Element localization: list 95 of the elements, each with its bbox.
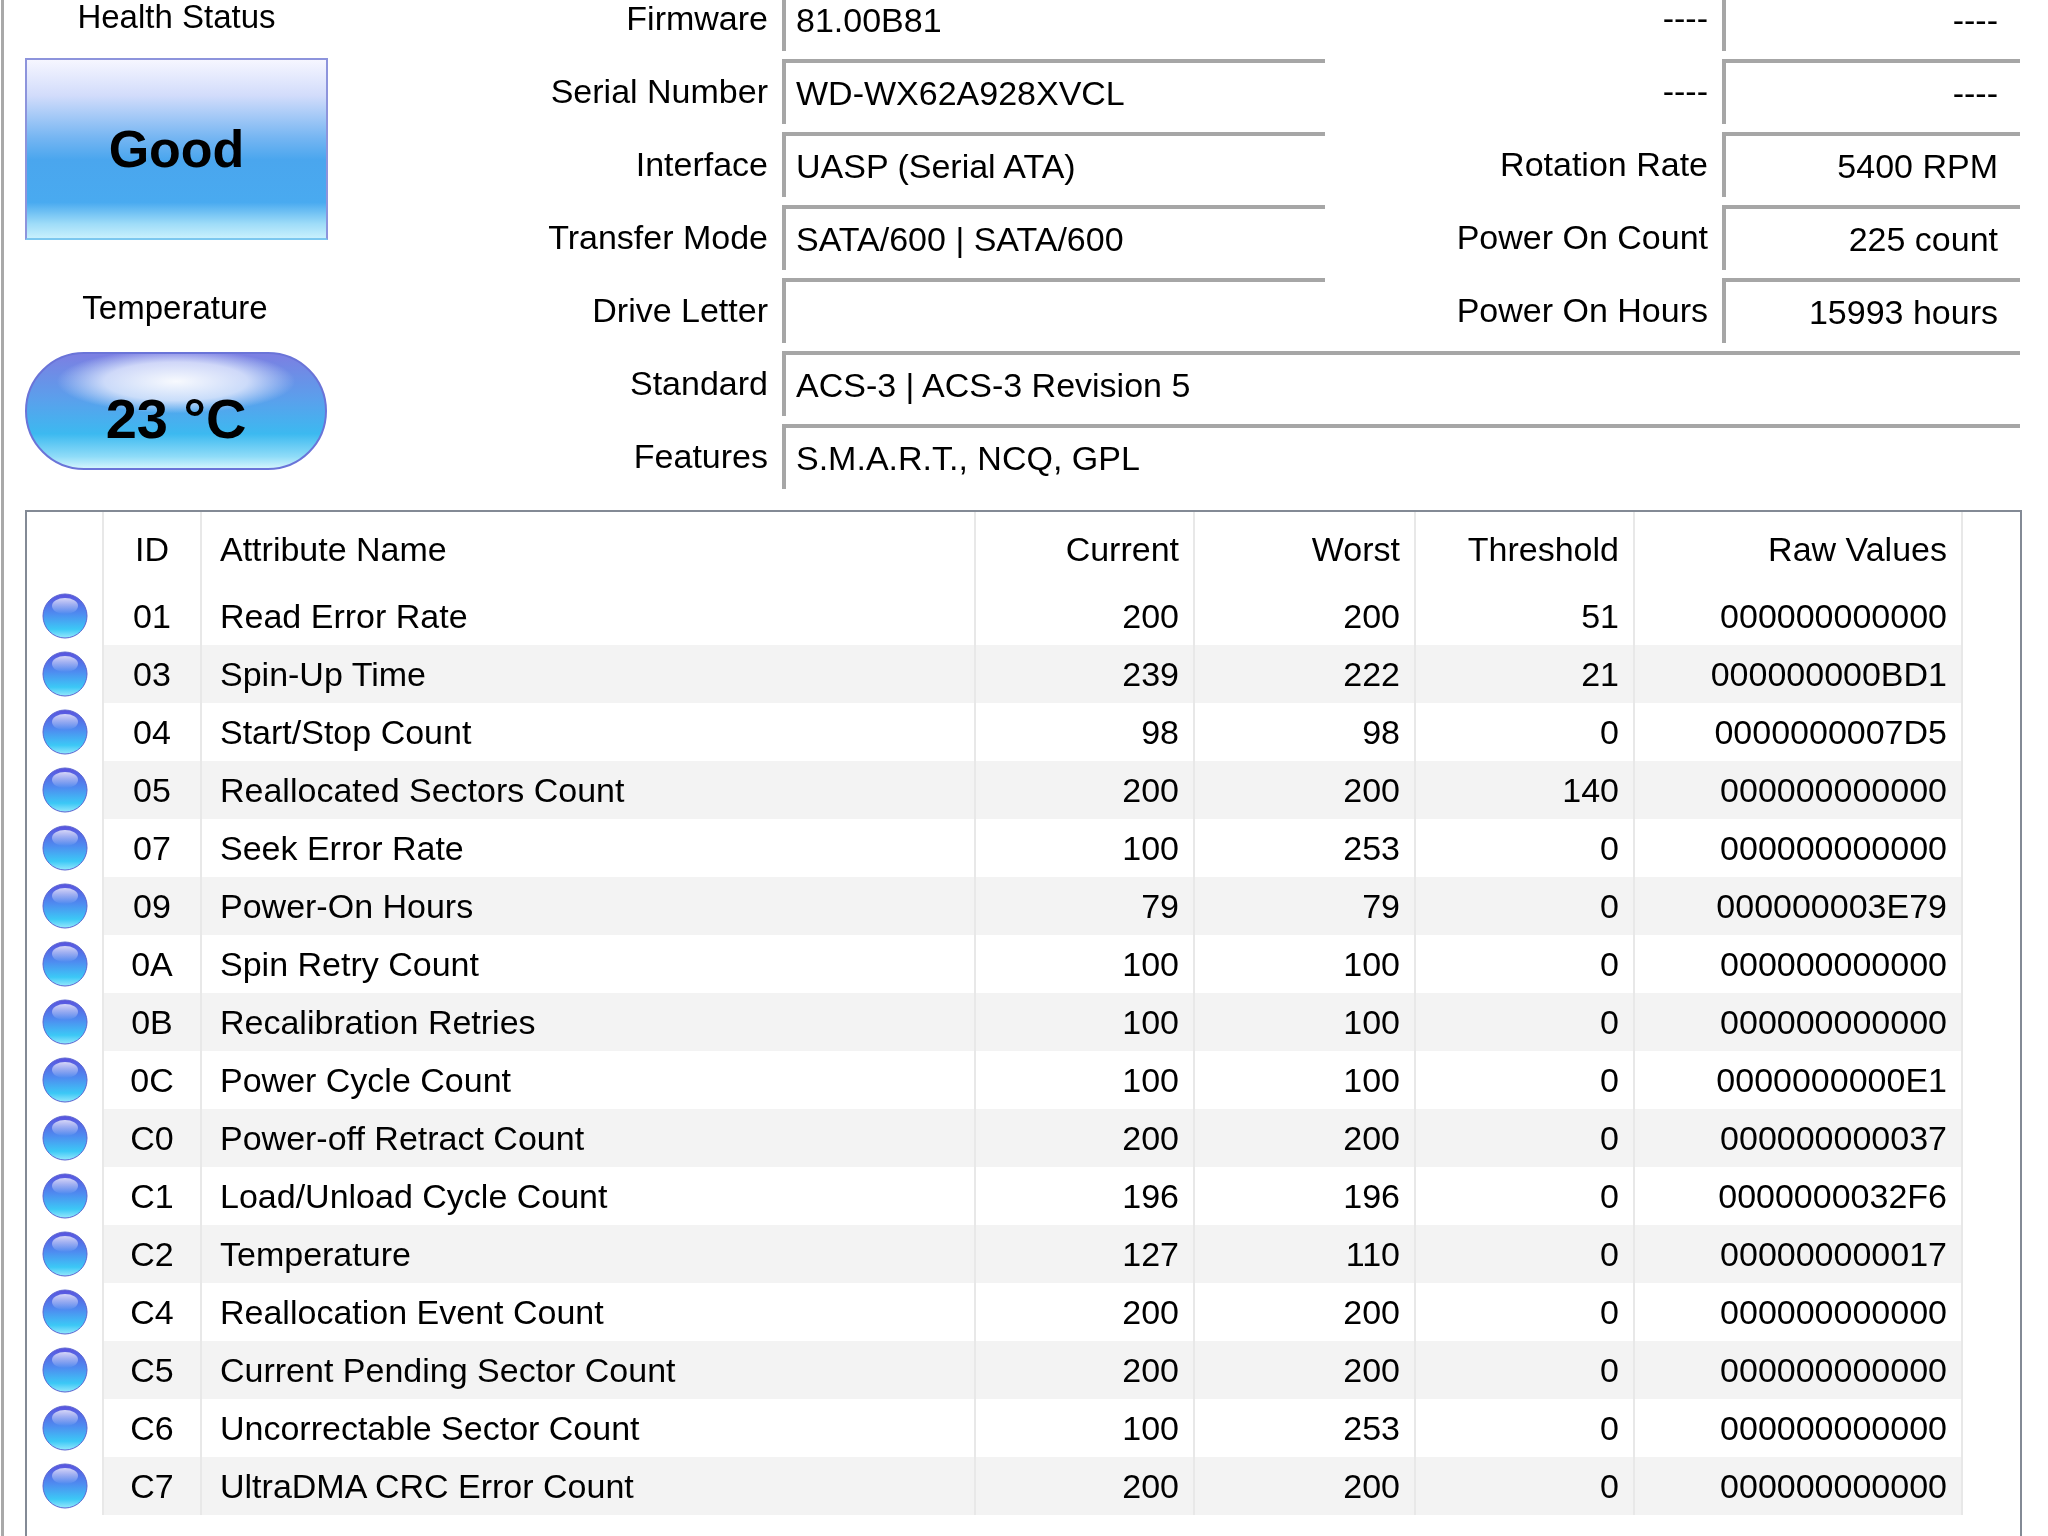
status-dot-icon bbox=[41, 709, 88, 755]
field-label: Firmware bbox=[626, 0, 768, 38]
table-cell: 200 bbox=[1195, 1341, 1416, 1399]
table-cell: 0 bbox=[1416, 1109, 1635, 1167]
table-cell: 000000000017 bbox=[1635, 1225, 1963, 1283]
status-dot-icon bbox=[41, 1115, 88, 1161]
field-label: Transfer Mode bbox=[548, 218, 768, 257]
status-dot-icon bbox=[41, 593, 88, 639]
table-cell: Reallocated Sectors Count bbox=[202, 761, 976, 819]
table-cell: 222 bbox=[1195, 645, 1416, 703]
table-cell: 140 bbox=[1416, 761, 1635, 819]
table-cell: C0 bbox=[104, 1109, 202, 1167]
status-dot-icon bbox=[41, 767, 88, 813]
status-dot-icon bbox=[41, 651, 88, 697]
value-field[interactable]: SATA/600 | SATA/600 bbox=[782, 205, 1325, 270]
column-header: Raw Values bbox=[1635, 512, 1963, 587]
value-field[interactable]: S.M.A.R.T., NCQ, GPL bbox=[782, 424, 2020, 489]
table-cell: 0 bbox=[1416, 1341, 1635, 1399]
table-cell: 200 bbox=[1195, 1457, 1416, 1515]
status-dot-icon bbox=[41, 825, 88, 871]
health-status-label: Health Status bbox=[76, 0, 277, 35]
field-label: Serial Number bbox=[550, 72, 768, 111]
status-dot-icon bbox=[41, 1057, 88, 1103]
table-cell: 200 bbox=[976, 1109, 1195, 1167]
column-header: Worst bbox=[1195, 512, 1416, 587]
health-status-button[interactable]: Good bbox=[25, 58, 328, 240]
table-cell: 100 bbox=[1195, 993, 1416, 1051]
table-cell: 0 bbox=[1416, 993, 1635, 1051]
status-dot-icon bbox=[41, 999, 88, 1045]
table-cell: 200 bbox=[976, 1341, 1195, 1399]
table-cell: 03 bbox=[104, 645, 202, 703]
table-cell: 05 bbox=[104, 761, 202, 819]
value-field[interactable]: 5400 RPM bbox=[1722, 132, 2020, 197]
field-label: Standard bbox=[630, 364, 768, 403]
table-cell: 200 bbox=[1195, 761, 1416, 819]
table-cell: UltraDMA CRC Error Count bbox=[202, 1457, 976, 1515]
field-label: Interface bbox=[635, 145, 768, 184]
table-cell: C7 bbox=[104, 1457, 202, 1515]
value-field[interactable]: ACS-3 | ACS-3 Revision 5 bbox=[782, 351, 2020, 416]
table-cell: 000000000000 bbox=[1635, 761, 1963, 819]
status-dot-icon bbox=[41, 1289, 88, 1335]
table-cell: 000000000000 bbox=[1635, 1457, 1963, 1515]
table-cell: 000000000000 bbox=[1635, 1341, 1963, 1399]
table-cell: Power-On Hours bbox=[202, 877, 976, 935]
status-dot-icon bbox=[41, 1231, 88, 1277]
temperature-button[interactable]: 23 °C bbox=[25, 352, 327, 470]
status-dot-icon bbox=[41, 941, 88, 987]
table-cell: 0B bbox=[104, 993, 202, 1051]
status-dot-icon bbox=[41, 1173, 88, 1219]
column-header: Current bbox=[976, 512, 1195, 587]
field-label: Drive Letter bbox=[592, 291, 768, 330]
table-cell: 0 bbox=[1416, 1225, 1635, 1283]
table-cell: 000000000BD1 bbox=[1635, 645, 1963, 703]
table-cell: C2 bbox=[104, 1225, 202, 1283]
table-cell: 09 bbox=[104, 877, 202, 935]
table-cell: 21 bbox=[1416, 645, 1635, 703]
value-field[interactable]: 15993 hours bbox=[1722, 278, 2020, 343]
status-dot-icon bbox=[41, 883, 88, 929]
field-label: ---- bbox=[1662, 0, 1708, 38]
table-cell: 79 bbox=[1195, 877, 1416, 935]
table-cell: 200 bbox=[976, 1457, 1195, 1515]
table-cell: 200 bbox=[976, 761, 1195, 819]
column-header: Threshold bbox=[1416, 512, 1635, 587]
value-field[interactable]: WD-WX62A928XVCL bbox=[782, 59, 1325, 124]
table-cell: 000000000000 bbox=[1635, 993, 1963, 1051]
field-label: Power On Hours bbox=[1456, 291, 1708, 330]
status-dot-icon bbox=[41, 1347, 88, 1393]
table-cell: 127 bbox=[976, 1225, 1195, 1283]
table-cell: 79 bbox=[976, 877, 1195, 935]
field-label: Power On Count bbox=[1456, 218, 1708, 257]
field-label: ---- bbox=[1662, 72, 1708, 111]
table-cell: Power-off Retract Count bbox=[202, 1109, 976, 1167]
table-cell: Recalibration Retries bbox=[202, 993, 976, 1051]
table-cell: 110 bbox=[1195, 1225, 1416, 1283]
table-cell: Temperature bbox=[202, 1225, 976, 1283]
table-cell: C5 bbox=[104, 1341, 202, 1399]
table-cell: 0 bbox=[1416, 1457, 1635, 1515]
table-cell: 200 bbox=[1195, 1109, 1416, 1167]
table-cell: 0 bbox=[1416, 877, 1635, 935]
status-dot-icon bbox=[41, 1405, 88, 1451]
value-field[interactable]: UASP (Serial ATA) bbox=[782, 132, 1325, 197]
table-cell: 000000003E79 bbox=[1635, 877, 1963, 935]
table-cell: Spin-Up Time bbox=[202, 645, 976, 703]
field-label: Rotation Rate bbox=[1500, 145, 1708, 184]
table-cell: Current Pending Sector Count bbox=[202, 1341, 976, 1399]
temperature-label: Temperature bbox=[81, 290, 269, 326]
table-cell: 239 bbox=[976, 645, 1195, 703]
value-field[interactable]: 225 count bbox=[1722, 205, 2020, 270]
status-dot-icon bbox=[41, 1463, 88, 1509]
column-header: Attribute Name bbox=[202, 512, 976, 587]
column-header: ID bbox=[104, 512, 202, 587]
table-cell: 000000000037 bbox=[1635, 1109, 1963, 1167]
value-field[interactable]: ---- bbox=[1722, 59, 2020, 124]
table-cell: 100 bbox=[976, 993, 1195, 1051]
field-label: Features bbox=[633, 437, 768, 476]
